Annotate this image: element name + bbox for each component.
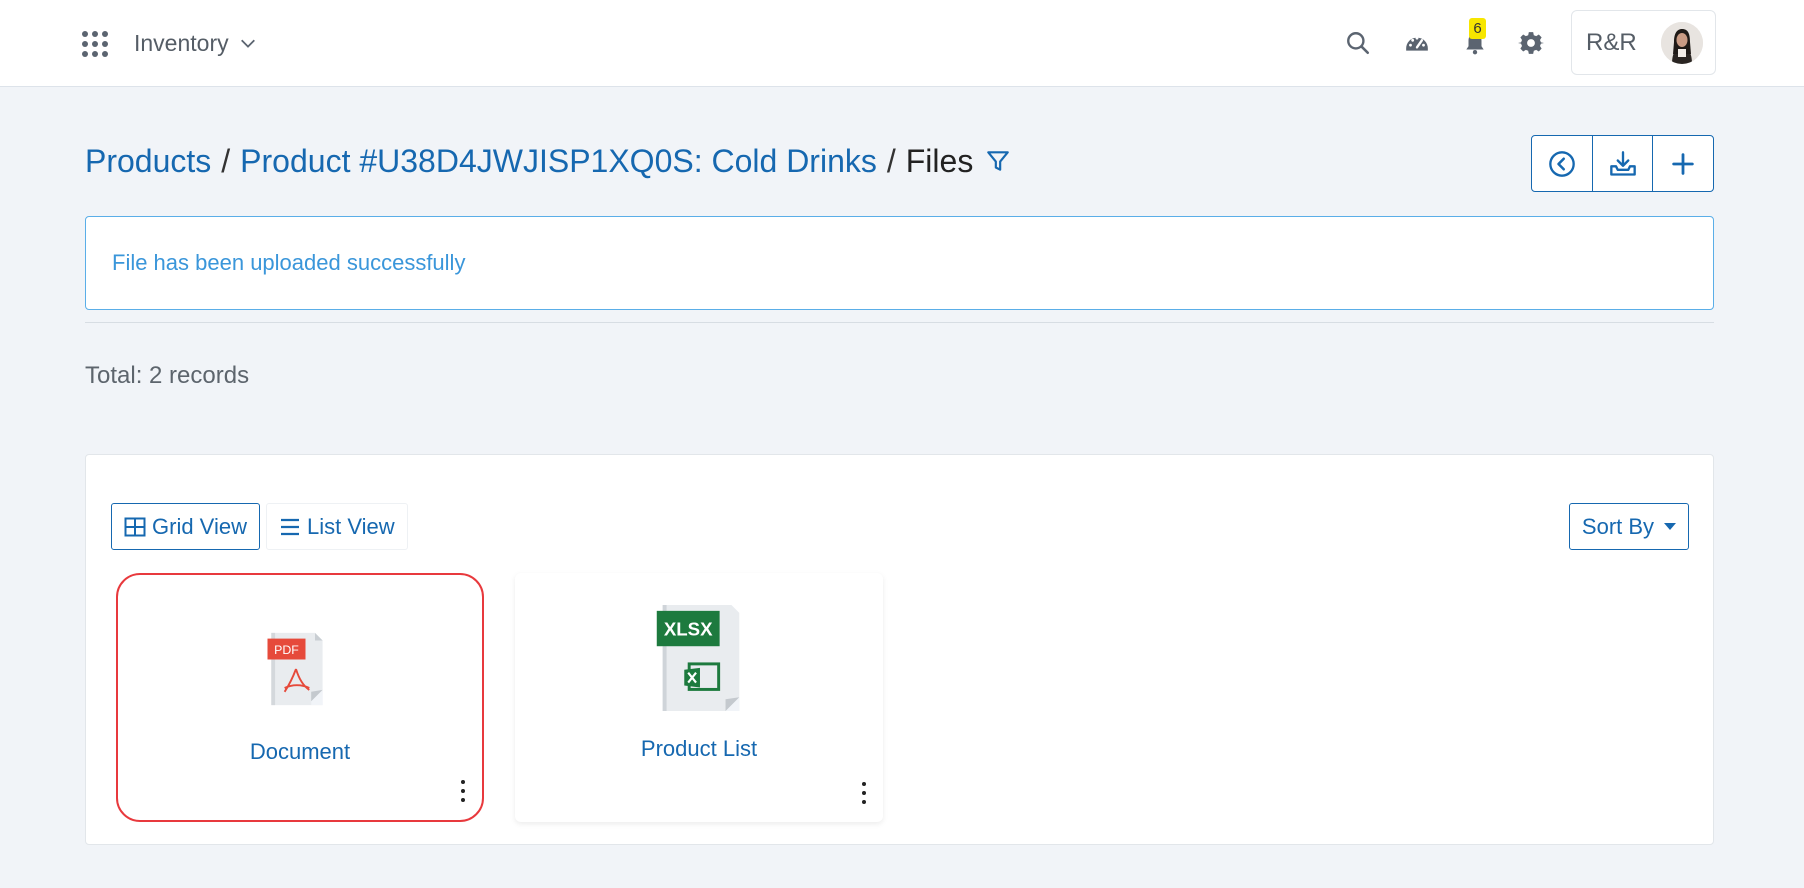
files-panel: Grid View List View Sort By PDF Document — [85, 454, 1714, 845]
module-switcher[interactable]: Inventory — [134, 28, 257, 58]
alert-message: File has been uploaded successfully — [112, 250, 466, 275]
notification-badge: 6 — [1469, 18, 1486, 39]
download-tray-icon — [1609, 150, 1636, 176]
xlsx-file-icon: XLSX — [656, 604, 740, 712]
back-circle-icon — [1548, 150, 1575, 177]
apps-grid-icon[interactable] — [82, 31, 108, 57]
list-view-label: List View — [306, 513, 395, 539]
grid-view-icon — [124, 517, 146, 536]
breadcrumb: Products / Product #U38D4JWJISP1XQ0S: Co… — [85, 140, 1011, 182]
xlsx-type-label: XLSX — [664, 618, 713, 639]
list-view-icon — [280, 518, 299, 535]
dashboard-gauge-icon[interactable] — [1403, 29, 1431, 57]
file-name[interactable]: Product List — [515, 736, 883, 762]
back-button[interactable] — [1532, 136, 1593, 191]
breadcrumb-products-link[interactable]: Products — [85, 143, 211, 180]
view-toggle: Grid View List View — [111, 503, 408, 550]
sort-by-dropdown[interactable]: Sort By — [1569, 503, 1689, 550]
user-initials: R&R — [1586, 28, 1637, 56]
avatar — [1661, 21, 1703, 64]
grid-view-label: Grid View — [152, 513, 247, 539]
add-file-button[interactable] — [1653, 136, 1713, 191]
divider — [85, 322, 1714, 323]
file-options-icon[interactable] — [859, 782, 869, 804]
breadcrumb-product-link[interactable]: Product #U38D4JWJISP1XQ0S: Cold Drinks — [240, 143, 877, 180]
pdf-file-icon: PDF — [267, 632, 323, 706]
success-alert: File has been uploaded successfully — [85, 216, 1714, 310]
search-icon[interactable] — [1344, 29, 1372, 57]
top-bar: Inventory 6 R&R — [0, 0, 1804, 87]
chevron-down-icon — [240, 39, 255, 48]
sort-by-label: Sort By — [1581, 513, 1655, 539]
total-records: Total: 2 records — [85, 362, 250, 389]
breadcrumb-separator: / — [221, 142, 231, 179]
pdf-type-label: PDF — [274, 643, 299, 657]
filter-icon[interactable] — [985, 148, 1011, 174]
module-name: Inventory — [134, 29, 229, 56]
file-card-product-list[interactable]: XLSX Product List — [515, 573, 883, 822]
breadcrumb-separator: / — [886, 142, 896, 179]
caret-down-icon — [1664, 523, 1677, 530]
list-view-button[interactable]: List View — [265, 503, 408, 550]
plus-icon — [1672, 152, 1694, 175]
gear-icon[interactable] — [1517, 29, 1545, 57]
user-menu[interactable]: R&R — [1571, 10, 1716, 75]
file-card-document[interactable]: PDF Document — [116, 573, 484, 822]
file-options-icon[interactable] — [458, 780, 468, 802]
download-button[interactable] — [1593, 136, 1654, 191]
page-title: Files — [905, 142, 974, 179]
grid-view-button[interactable]: Grid View — [111, 503, 260, 550]
header-action-buttons — [1531, 135, 1714, 192]
file-name[interactable]: Document — [118, 739, 482, 765]
